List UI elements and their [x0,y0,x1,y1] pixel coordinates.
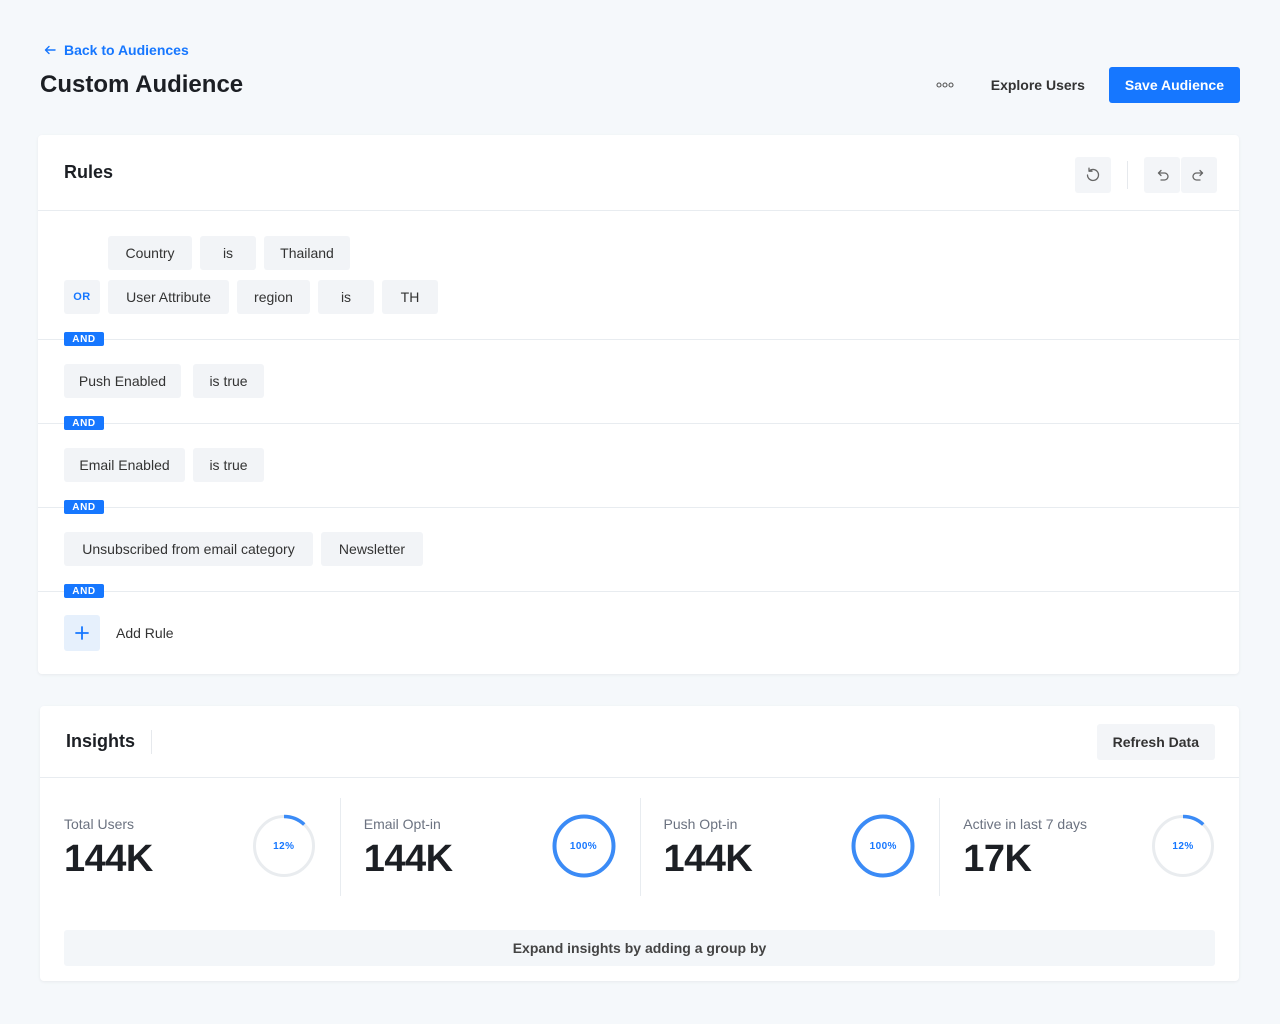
metric-email-opt-in: Email Opt-in 144K 100% [339,778,640,896]
explore-users-button[interactable]: Explore Users [983,67,1093,103]
rule-pill-operator[interactable]: is [318,280,374,314]
and-badge: AND [64,500,104,514]
metric-value: 144K [363,838,453,880]
history-divider [1127,161,1128,189]
and-badge: AND [64,416,104,430]
redo-icon [1192,169,1204,181]
expand-insights-button[interactable]: Expand insights by adding a group by [64,930,1215,966]
rules-header: Rules [38,135,1239,211]
and-badge: AND [64,584,104,598]
rule-separator [38,423,1239,424]
add-rule-icon-box [64,615,100,651]
header-actions: Explore Users Save Audience [927,67,1240,103]
rule-pill-value[interactable]: TH [382,280,438,314]
rule-pill-operator[interactable]: is [200,236,256,270]
reset-icon [1086,167,1100,182]
metric-value: 144K [663,838,753,880]
more-options-button[interactable] [927,67,963,103]
metric-label: Active in last 7 days [963,816,1087,832]
rules-card: Rules Country is Thailand OR User Attrib… [38,135,1239,674]
refresh-data-button[interactable]: Refresh Data [1096,724,1215,760]
insights-header: Insights Refresh Data [40,706,1239,778]
insights-title: Insights [66,731,136,751]
rules-title: Rules [64,162,114,182]
rule-pill-attribute[interactable]: Country [108,236,192,270]
progress-ring: 12% [1151,814,1215,878]
metric-label: Push Opt-in [663,816,738,832]
metrics-row: Total Users 144K 12% Email Opt-in 144K 1… [40,778,1239,896]
add-rule-button[interactable]: Add Rule [64,615,174,651]
back-arrow-icon [44,45,56,55]
ring-percent: 12% [1172,840,1194,852]
metric-push-opt-in: Push Opt-in 144K 100% [639,778,940,896]
rule-pill-attribute[interactable]: Push Enabled [64,364,181,398]
page-title: Custom Audience [40,71,244,98]
metric-total-users: Total Users 144K 12% [40,778,340,896]
rule-separator [38,339,1239,340]
metric-active-7-days: Active in last 7 days 17K 12% [939,778,1239,896]
progress-ring: 100% [552,814,616,878]
and-badge: AND [64,332,104,346]
add-rule-label: Add Rule [116,625,174,641]
undo-button[interactable] [1144,157,1180,193]
progress-ring: 12% [252,814,316,878]
rule-separator [38,507,1239,508]
redo-button[interactable] [1181,157,1217,193]
rule-pill-condition[interactable]: is true [193,364,264,398]
rule-separator [38,591,1239,592]
more-dots-icon [936,82,954,88]
progress-ring: 100% [851,814,915,878]
title-divider [151,729,153,754]
metric-label: Total Users [64,816,135,832]
metric-value: 17K [963,838,1032,880]
save-audience-button[interactable]: Save Audience [1108,67,1240,103]
rule-pill-value[interactable]: Thailand [264,236,350,270]
back-link-label: Back to Audiences [64,42,189,58]
undo-icon [1157,169,1169,181]
plus-icon [75,626,89,640]
or-badge: OR [64,280,100,314]
rule-pill-key[interactable]: region [237,280,310,314]
history-controls [1075,157,1217,193]
ring-percent: 100% [569,840,598,852]
rule-pill-attribute[interactable]: User Attribute [108,280,229,314]
metric-label: Email Opt-in [363,816,441,832]
rule-pill-attribute[interactable]: Email Enabled [64,448,185,482]
metric-value: 144K [64,838,153,880]
ring-percent: 12% [273,840,295,852]
insights-card: Insights Refresh Data Total Users 144K 1… [40,706,1239,981]
rule-pill-attribute[interactable]: Unsubscribed from email category [64,532,313,566]
ring-percent: 100% [869,840,897,852]
back-to-audiences-link[interactable]: Back to Audiences [44,42,189,58]
rule-pill-value[interactable]: Newsletter [321,532,423,566]
rule-pill-condition[interactable]: is true [193,448,264,482]
reset-button[interactable] [1075,157,1111,193]
